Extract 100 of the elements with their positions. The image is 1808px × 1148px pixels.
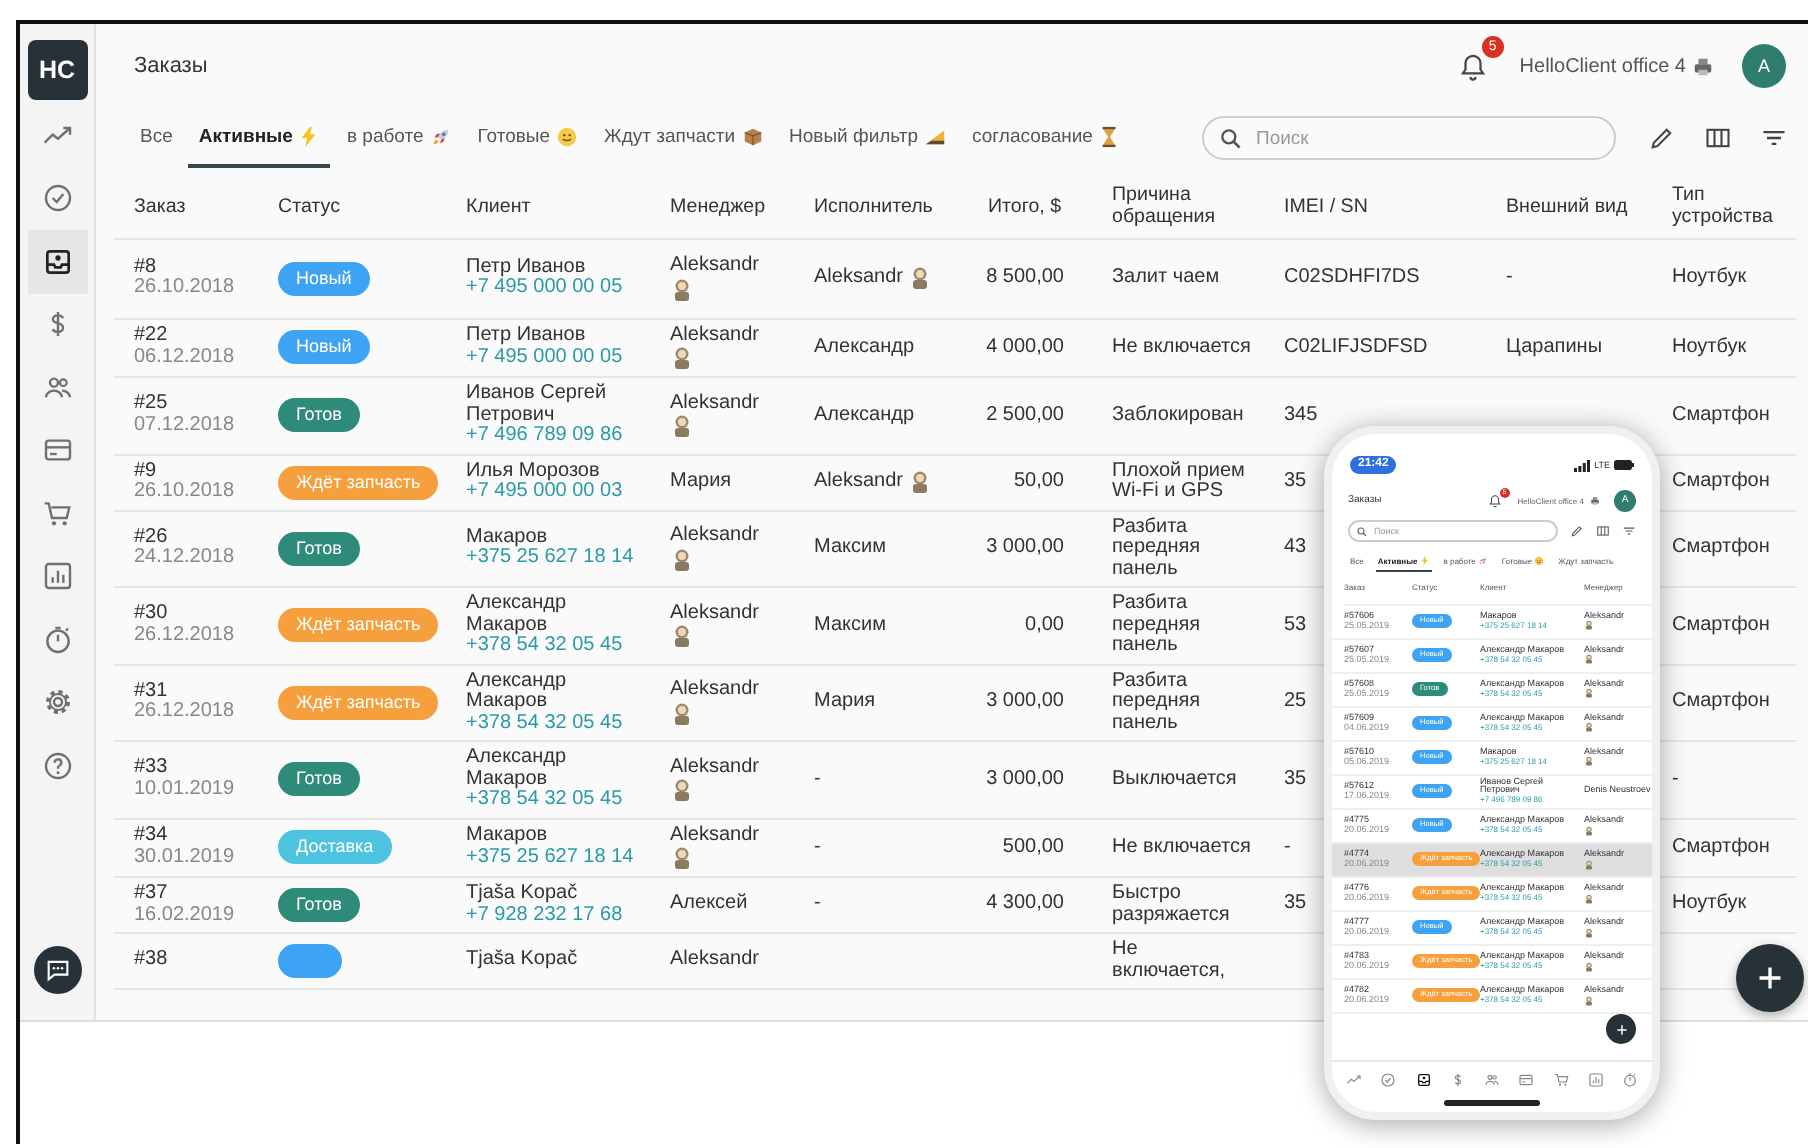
card-icon	[41, 434, 73, 467]
status-badge: Доставка	[278, 830, 392, 865]
order-total: 4 300,00	[986, 894, 1064, 916]
device-type: Смартфон	[1672, 837, 1770, 858]
column-header[interactable]: Заказ	[114, 195, 278, 217]
plus-icon	[1613, 1021, 1629, 1037]
order-total: 4 000,00	[986, 337, 1064, 358]
device-type: Смартфон	[1672, 615, 1770, 636]
executor-name: Мария	[814, 692, 876, 713]
order-date: 26.12.2018	[134, 625, 235, 647]
order-total: 500,00	[1002, 837, 1064, 858]
client-name: Макаров	[466, 826, 548, 848]
tab[interactable]: Готовые	[467, 108, 589, 168]
client-name: Александр Макаров	[466, 594, 569, 635]
repair-reason: Не включается	[1112, 837, 1251, 858]
order-number[interactable]: #33	[134, 758, 168, 780]
serial-number: C02SDHFI7DS	[1284, 268, 1420, 289]
serial-number: -	[1284, 837, 1291, 858]
column-header[interactable]: Внешний вид	[1506, 195, 1672, 217]
order-number[interactable]: #38	[134, 950, 168, 972]
status-badge: Готов	[278, 888, 360, 922]
order-date: 24.12.2018	[134, 548, 235, 570]
order-number[interactable]: #8	[134, 257, 157, 279]
executor-name: Максим	[814, 615, 886, 636]
order-total: 3 000,00	[986, 769, 1064, 790]
executor-name: Максим	[814, 538, 886, 559]
order-number[interactable]: #9	[134, 461, 157, 482]
tab[interactable]: Активные	[188, 108, 331, 168]
order-number[interactable]: #34	[134, 826, 168, 848]
order-number[interactable]: #26	[134, 527, 168, 549]
repair-reason: Разбита передняя панель	[1112, 594, 1203, 657]
tab[interactable]: согласование	[962, 108, 1131, 168]
executor-name: Александр	[814, 405, 915, 426]
repair-reason: Быстро разряжается	[1112, 884, 1232, 926]
status-badge: Готов	[278, 398, 360, 433]
chat-button[interactable]	[33, 946, 81, 994]
column-header[interactable]: IMEI / SN	[1284, 195, 1506, 217]
repair-reason: Разбита передняя панель	[1112, 517, 1203, 580]
triangle-ruler-icon	[924, 125, 947, 147]
client-name: Александр Макаров	[466, 671, 569, 713]
order-number[interactable]: #37	[134, 884, 168, 905]
nav-item[interactable]	[27, 230, 87, 293]
column-header[interactable]: Причина обращения	[1112, 184, 1284, 228]
serial-number: 35	[1284, 894, 1307, 916]
executor-name: -	[814, 769, 821, 790]
rocket-icon	[429, 125, 452, 147]
search-field[interactable]: Поиск	[1202, 116, 1616, 160]
executor-name: Александр	[814, 337, 915, 358]
logo[interactable]: HC	[27, 40, 87, 100]
column-header[interactable]: Клиент	[466, 195, 670, 217]
cart-icon	[1553, 1072, 1569, 1088]
client-name: Александр Макаров	[466, 748, 569, 789]
page-title: Заказы	[134, 54, 210, 78]
column-header[interactable]: Статус	[278, 195, 466, 217]
avatar[interactable]: A	[1742, 44, 1786, 88]
manager-name: Aleksandr	[670, 825, 759, 846]
order-number[interactable]: #25	[134, 394, 168, 416]
client-name: Петр Иванов	[466, 326, 586, 348]
account-name[interactable]: HelloClient office 4	[1519, 55, 1686, 77]
manager-name: Aleksandr	[670, 757, 759, 778]
tab[interactable]: Новый фильтр	[779, 108, 957, 168]
column-header[interactable]: Тип устройства	[1672, 184, 1796, 228]
client-name: Иванов Сергей Петрович	[466, 384, 609, 425]
tab[interactable]: в работе	[336, 108, 462, 168]
tab[interactable]: Ждут запчасти	[594, 108, 774, 168]
column-header[interactable]: Итого, $	[988, 195, 1112, 217]
executor-name: -	[814, 894, 821, 916]
columns-button[interactable]	[1704, 124, 1732, 152]
add-button[interactable]	[1736, 944, 1804, 1012]
nav-item[interactable]	[1413, 1070, 1433, 1090]
client-name: Tjaša Kopač	[466, 884, 578, 905]
add-button[interactable]	[1606, 1014, 1636, 1044]
manager-name: Aleksandr	[670, 950, 759, 972]
status-badge: Новый	[278, 330, 370, 365]
manager-name: Aleksandr	[670, 680, 759, 701]
repair-reason: Разбита передняя панель	[1112, 671, 1203, 734]
tab[interactable]: Все	[130, 108, 183, 168]
order-total: 8 500,00	[986, 268, 1064, 289]
edit-button[interactable]	[1648, 124, 1676, 152]
order-date: 26.10.2018	[134, 482, 235, 503]
order-number[interactable]: #31	[134, 681, 168, 703]
column-header[interactable]: Менеджер	[670, 195, 814, 217]
chart-icon	[41, 560, 73, 593]
device-type: Смартфон	[1672, 692, 1770, 713]
order-number[interactable]: #22	[134, 326, 168, 348]
filter-icon[interactable]	[1622, 524, 1636, 538]
repair-reason: Заблокирован	[1112, 405, 1244, 426]
columns-icon[interactable]	[1596, 524, 1610, 538]
trend-icon	[1346, 1072, 1362, 1088]
notifications-button[interactable]	[1487, 494, 1502, 508]
client-name: Петр Иванов	[466, 257, 586, 278]
box-icon	[741, 125, 764, 147]
status-badge: Готов	[278, 762, 360, 797]
order-number[interactable]: #30	[134, 604, 168, 626]
serial-number: 25	[1284, 692, 1307, 713]
column-header[interactable]: Исполнитель	[814, 195, 988, 217]
edit-icon[interactable]	[1570, 524, 1584, 538]
executor-name: Aleksandr	[814, 268, 903, 289]
executor-name: -	[814, 837, 821, 858]
battery-icon	[1614, 460, 1634, 470]
